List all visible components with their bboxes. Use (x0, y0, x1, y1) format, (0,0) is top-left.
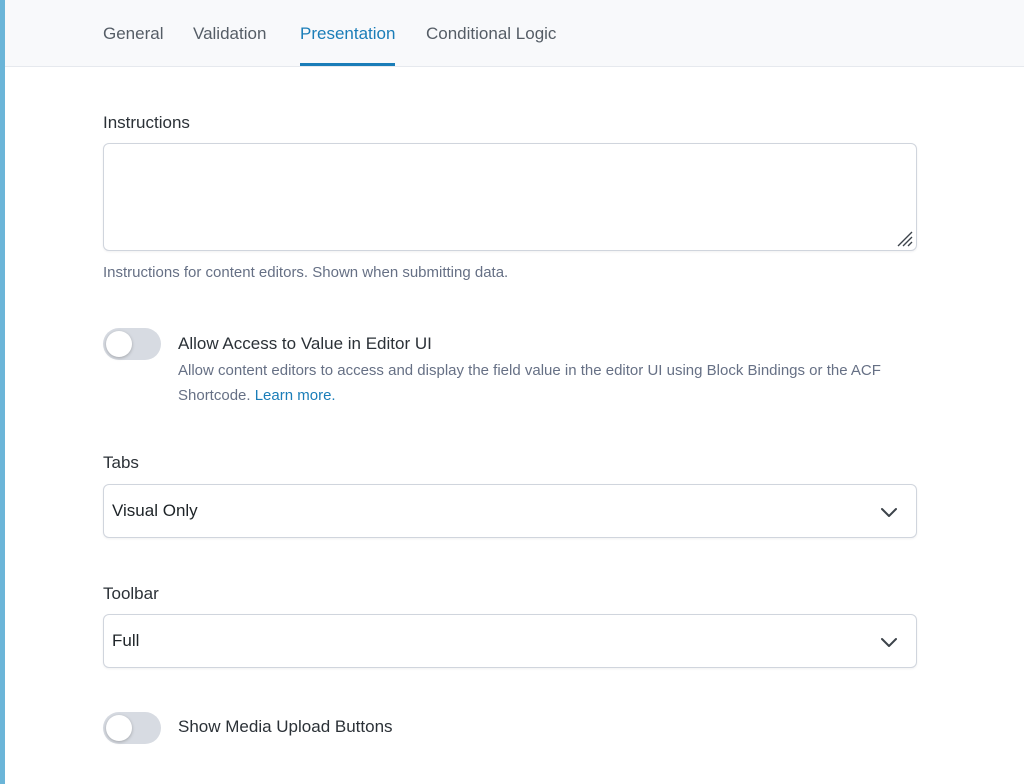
settings-tabs: General Validation Presentation Conditio… (5, 0, 1024, 67)
allow-access-label: Allow Access to Value in Editor UI (178, 334, 432, 353)
media-upload-label: Show Media Upload Buttons (178, 717, 393, 736)
toggle-knob (106, 331, 132, 357)
left-accent-bar (0, 0, 5, 784)
field-settings-panel: General Validation Presentation Conditio… (0, 0, 1024, 784)
learn-more-link[interactable]: Learn more. (255, 387, 336, 404)
instructions-label: Instructions (103, 113, 190, 132)
chevron-down-icon (881, 508, 897, 517)
tab-general[interactable]: General (103, 0, 163, 66)
toggle-knob (106, 715, 132, 741)
toolbar-select[interactable]: Full (103, 614, 917, 668)
toolbar-select-value: Full (112, 631, 140, 650)
instructions-help-text: Instructions for content editors. Shown … (103, 264, 509, 281)
tabs-setting-label: Tabs (103, 453, 139, 472)
tab-conditional-logic[interactable]: Conditional Logic (426, 0, 556, 66)
instructions-textarea[interactable] (103, 143, 917, 251)
allow-access-toggle[interactable] (103, 328, 161, 360)
resize-grip-icon[interactable] (894, 228, 914, 248)
allow-access-description: Allow content editors to access and disp… (178, 358, 918, 408)
tabs-select[interactable]: Visual Only (103, 484, 917, 538)
toolbar-setting-label: Toolbar (103, 584, 159, 603)
tab-presentation[interactable]: Presentation (300, 0, 396, 66)
tab-validation[interactable]: Validation (193, 0, 266, 66)
media-upload-toggle[interactable] (103, 712, 161, 744)
chevron-down-icon (881, 638, 897, 647)
tabs-select-value: Visual Only (112, 501, 198, 520)
